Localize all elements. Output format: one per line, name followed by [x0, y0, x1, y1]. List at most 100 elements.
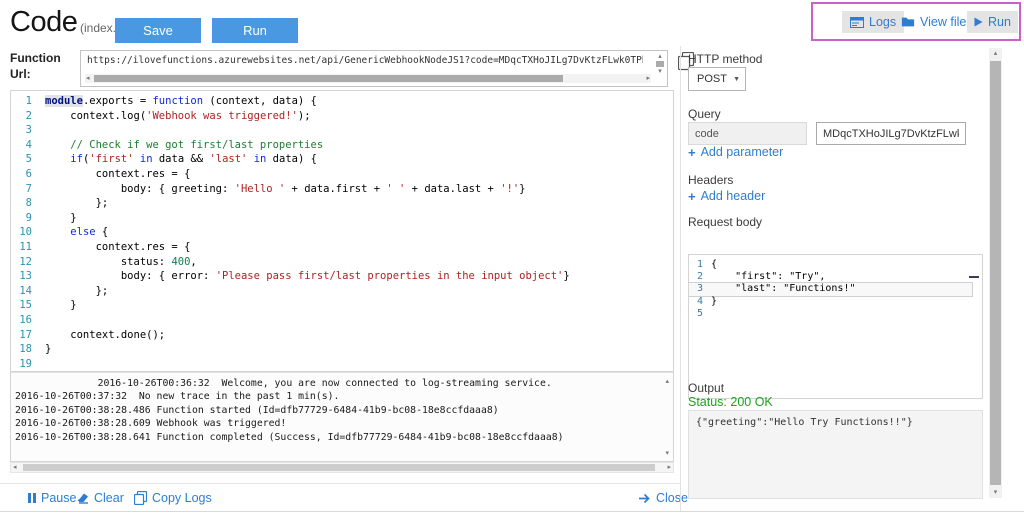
save-button[interactable]: Save	[115, 18, 201, 43]
line-number: 7	[11, 182, 45, 197]
url-horizontal-scrollbar[interactable]: ◂ ▸	[85, 74, 651, 83]
request-body-line: 5	[689, 308, 972, 320]
line-number: 8	[11, 196, 45, 211]
log-scroll-up-icon[interactable]: ▴	[665, 378, 669, 385]
copy-logs-button[interactable]: Copy Logs	[134, 484, 212, 512]
scroll-down-icon[interactable]: ▾	[989, 489, 1002, 496]
code-line: 5 if('first' in data && 'last' in data) …	[11, 152, 673, 167]
line-number: 1	[11, 94, 45, 109]
query-key-input[interactable]	[688, 122, 807, 145]
log-line: 2016-10-26T00:38:28.641 Function complet…	[11, 431, 673, 444]
line-number: 4	[11, 138, 45, 153]
line-number: 16	[11, 313, 45, 328]
line-number: 2	[11, 109, 45, 124]
function-url-label: Function Url:	[10, 50, 72, 82]
code-line: 10 else {	[11, 225, 673, 240]
panel-vertical-scrollbar[interactable]: ▴ ▾	[989, 48, 1002, 498]
scroll-up-icon[interactable]: ▴	[658, 53, 662, 60]
chevron-down-icon: ▼	[733, 76, 740, 83]
request-body-editor[interactable]: 1{2 "first": "Try",3 "last": "Functions!…	[688, 254, 983, 399]
http-method-select[interactable]: POST ▼	[688, 67, 746, 91]
add-header-link[interactable]: + Add header	[688, 189, 765, 203]
query-value-input[interactable]	[816, 122, 966, 145]
view-files-label: View files	[920, 15, 973, 29]
clear-label: Clear	[94, 491, 124, 505]
folder-icon	[901, 16, 915, 28]
log-scroll-down-icon[interactable]: ▾	[665, 450, 669, 457]
line-number: 17	[11, 328, 45, 343]
scroll-down-icon[interactable]: ▾	[658, 68, 662, 75]
code-line: 7 body: { greeting: 'Hello ' + data.firs…	[11, 182, 673, 197]
status-badge: Status: 200 OK	[688, 395, 773, 409]
scrollbar-thumb[interactable]	[656, 61, 664, 67]
close-label: Close	[656, 491, 688, 505]
pause-button[interactable]: Pause	[28, 484, 76, 512]
line-number: 5	[11, 152, 45, 167]
query-label: Query	[688, 107, 721, 121]
log-lines: 2016-10-26T00:36:32 Welcome, you are now…	[11, 377, 673, 444]
line-number: 15	[11, 298, 45, 313]
code-line: 3	[11, 123, 673, 138]
code-line: 17 context.done();	[11, 328, 673, 343]
close-arrow-icon	[638, 493, 651, 504]
request-body-line: 3 "last": "Functions!"	[689, 283, 972, 295]
log-output-area[interactable]: 2016-10-26T00:36:32 Welcome, you are now…	[10, 372, 674, 462]
url-vertical-scrollbar[interactable]: ▴ ▾	[655, 53, 665, 75]
function-url-value[interactable]: https://ilovefunctions.azurewebsites.net…	[87, 55, 643, 66]
clear-button[interactable]: Clear	[76, 484, 124, 512]
request-body-line: 1{	[689, 259, 972, 271]
code-line: 12 status: 400,	[11, 255, 673, 270]
code-editor[interactable]: 1module.exports = function (context, dat…	[10, 90, 674, 372]
code-line: 2 context.log('Webhook was triggered!');	[11, 109, 673, 124]
code-line: 6 context.res = {	[11, 167, 673, 182]
scroll-left-icon[interactable]: ◂	[13, 464, 17, 471]
line-number: 5	[689, 308, 711, 320]
line-number: 3	[689, 283, 711, 295]
scrollbar-thumb[interactable]	[94, 75, 563, 82]
play-icon	[974, 17, 983, 27]
plus-icon: +	[688, 146, 696, 159]
scroll-right-icon[interactable]: ▸	[646, 75, 650, 82]
line-number: 19	[11, 357, 45, 372]
log-horizontal-scrollbar[interactable]: ◂ ▸	[10, 462, 674, 473]
code-line: 15 }	[11, 298, 673, 313]
request-body-lines: 1{2 "first": "Try",3 "last": "Functions!…	[689, 259, 982, 320]
output-box: {"greeting":"Hello Try Functions!!"}	[688, 410, 983, 499]
code-line: 13 body: { error: 'Please pass first/las…	[11, 269, 673, 284]
code-line: 11 context.res = {	[11, 240, 673, 255]
scroll-right-icon[interactable]: ▸	[667, 464, 671, 471]
panel-divider	[680, 46, 681, 511]
request-body-line: 4}	[689, 296, 972, 308]
run-button[interactable]: Run	[212, 18, 298, 43]
log-line: 2016-10-26T00:37:32 No new trace in the …	[11, 390, 673, 403]
code-line: 9 }	[11, 211, 673, 226]
line-number: 4	[689, 296, 711, 308]
log-toolbar: Pause Clear Copy Logs Close	[0, 483, 680, 511]
line-number: 12	[11, 255, 45, 270]
view-files-button[interactable]: View files	[901, 11, 973, 33]
line-number: 9	[11, 211, 45, 226]
scroll-left-icon[interactable]: ◂	[86, 75, 90, 82]
headers-label: Headers	[688, 173, 733, 187]
http-method-label: HTTP method	[688, 52, 762, 66]
line-number: 2	[689, 271, 711, 283]
line-number: 10	[11, 225, 45, 240]
code-line: 14 };	[11, 284, 673, 299]
scroll-up-icon[interactable]: ▴	[989, 50, 1002, 57]
function-url-box[interactable]: https://ilovefunctions.azurewebsites.net…	[80, 50, 668, 87]
scrollbar-thumb[interactable]	[23, 464, 655, 471]
code-line: 19	[11, 357, 673, 372]
copy-logs-label: Copy Logs	[152, 491, 212, 505]
code-line: 4 // Check if we got first/last properti…	[11, 138, 673, 153]
http-method-value: POST	[697, 73, 727, 85]
code-lines: 1module.exports = function (context, dat…	[11, 94, 673, 371]
scrollbar-thumb[interactable]	[990, 61, 1001, 485]
line-number: 6	[11, 167, 45, 182]
add-parameter-link[interactable]: + Add parameter	[688, 145, 783, 159]
output-label: Output	[688, 381, 724, 395]
plus-icon: +	[688, 190, 696, 203]
run-test-button[interactable]: Run	[967, 11, 1018, 33]
bottom-divider	[0, 511, 1024, 512]
log-line: 2016-10-26T00:38:28.486 Function started…	[11, 404, 673, 417]
logs-button[interactable]: Logs	[842, 11, 904, 33]
